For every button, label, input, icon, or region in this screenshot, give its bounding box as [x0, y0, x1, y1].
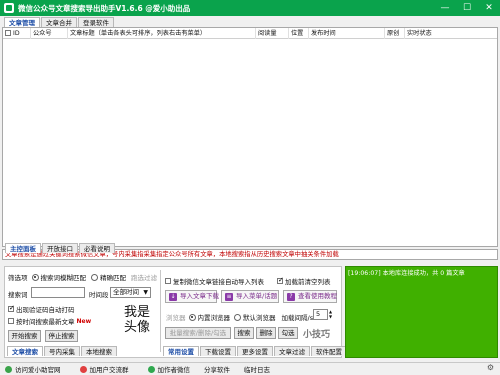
group-icon	[79, 365, 87, 373]
minimize-button[interactable]: —	[434, 0, 456, 16]
tab-more-settings[interactable]: 更多设置	[237, 346, 273, 356]
batch-ops-button[interactable]: 批量搜索/删除/勾选	[165, 327, 231, 339]
start-search-button[interactable]: 开始搜索	[8, 330, 41, 342]
app-window: 微信公众号文章搜索导出助手V1.6.6 @爱小助出品 — ☐ ✕ 文章管理 文章…	[0, 0, 500, 375]
globe-icon	[5, 365, 12, 373]
close-button[interactable]: ✕	[478, 0, 500, 16]
column-reads[interactable]: 阅读量	[256, 28, 289, 39]
keyword-label: 搜索词	[8, 291, 28, 299]
app-icon	[4, 3, 14, 13]
column-original[interactable]: 原创	[385, 28, 405, 39]
fuzzy-match-radio[interactable]	[31, 273, 39, 281]
column-publish-time[interactable]: 发布时间	[309, 28, 385, 39]
interval-stepper[interactable]: ▲ ▼	[329, 309, 332, 319]
tab-common-settings[interactable]: 常用设置	[163, 346, 199, 356]
log-time: [19:06:07]	[348, 270, 381, 277]
panel-divider	[160, 270, 161, 352]
tab-download-settings[interactable]: 下载设置	[200, 346, 236, 356]
status-share[interactable]: 分享软件	[204, 364, 230, 374]
window-title: 微信公众号文章搜索导出助手V1.6.6 @爱小助出品	[18, 3, 191, 13]
status-bar: 访问爱小助官网 加用户交流群 加作者微信 分享软件 临时日志	[0, 362, 500, 375]
top-tab-bar: 文章管理 文章合并 登录软件	[4, 17, 115, 27]
stop-search-button[interactable]: 停止搜索	[45, 330, 78, 342]
tab-article-filter[interactable]: 文章过滤	[274, 346, 310, 356]
new-badge: New	[76, 317, 92, 325]
keyword-input[interactable]	[31, 287, 85, 298]
column-status[interactable]: 实时状态	[405, 28, 497, 39]
exact-match-radio[interactable]	[91, 273, 98, 281]
maximize-button[interactable]: ☐	[456, 0, 478, 16]
import-menu-button[interactable]: ≡ 导入菜单/话题	[221, 290, 279, 303]
interval-input[interactable]: 5	[313, 309, 328, 320]
left-bottom-tabs: 文章搜索 号内采集 本地搜索	[7, 346, 118, 356]
log-message: 本地库连接成功，共 0 篇文章	[382, 270, 465, 277]
clear-on-load-checkbox[interactable]	[277, 276, 284, 284]
tab-article-manage[interactable]: 文章管理	[4, 17, 40, 27]
internal-browser-radio[interactable]	[188, 313, 196, 321]
tab-software-config[interactable]: 软件配置	[311, 346, 347, 356]
column-title[interactable]: 文章标题（单击各表头可排序，列表右击有菜单）	[68, 28, 256, 39]
avatar-image: 我是 头像	[123, 305, 150, 335]
right-bottom-tabs: 常用设置 下载设置 更多设置 文章过滤 软件配置	[163, 346, 348, 356]
captcha-checkbox[interactable]	[8, 304, 15, 312]
book-icon: ?	[287, 293, 295, 301]
table-header: ID 公众号 文章标题（单击各表头可排序，列表右击有菜单） 阅读量 位置 发布时…	[3, 28, 497, 39]
tab-login[interactable]: 登录软件	[78, 17, 114, 27]
copy-link-row[interactable]: 复制微信文章链接自动导入列表	[165, 276, 264, 286]
view-tutorial-button[interactable]: ? 查看使用教程	[283, 290, 337, 303]
latest-row[interactable]: 按时间搜索最新文章 New	[8, 316, 91, 326]
tab-article-merge[interactable]: 文章合并	[41, 17, 77, 27]
time-label: 时间段	[89, 291, 109, 299]
captcha-row[interactable]: 出现验证码自动打码	[8, 304, 75, 314]
tab-local-search[interactable]: 本地搜索	[81, 346, 117, 356]
menu-icon: ≡	[225, 293, 233, 301]
column-id[interactable]: ID	[3, 28, 31, 39]
check-button[interactable]: 勾选	[278, 327, 298, 339]
gear-icon[interactable]: ⚙	[487, 363, 494, 372]
status-join-group[interactable]: 加用户交流群	[75, 364, 129, 374]
copy-link-checkbox[interactable]	[165, 278, 171, 284]
status-add-wechat[interactable]: 加作者微信	[143, 364, 190, 374]
select-all-checkbox[interactable]	[5, 30, 11, 36]
time-range-select[interactable]: 全部时间 ▼	[110, 287, 151, 298]
article-table[interactable]: ID 公众号 文章标题（单击各表头可排序，列表右击有菜单） 阅读量 位置 发布时…	[2, 27, 498, 247]
title-bar: 微信公众号文章搜索导出助手V1.6.6 @爱小助出品 — ☐ ✕	[0, 0, 500, 16]
browser-row: 浏览器 内置浏览器 默认浏览器 加载间隔/s	[166, 313, 314, 322]
import-icon: ↓	[169, 293, 177, 301]
tab-must-read[interactable]: 必看说明	[79, 243, 115, 253]
column-account[interactable]: 公众号	[31, 28, 68, 39]
latest-checkbox[interactable]	[8, 318, 14, 324]
default-browser-radio[interactable]	[234, 313, 241, 321]
clear-on-load-row[interactable]: 加载前清空列表	[277, 276, 331, 286]
status-temp-log[interactable]: 临时日志	[244, 364, 270, 374]
tab-open-api[interactable]: 开放接口	[42, 243, 78, 253]
tab-article-search[interactable]: 文章搜索	[7, 346, 43, 356]
delete-button[interactable]: 删除	[256, 327, 276, 339]
search-small-button[interactable]: 搜索	[234, 327, 254, 339]
import-download-button[interactable]: ↓ 导入文章下载	[165, 290, 219, 303]
status-official-site[interactable]: 访问爱小助官网	[0, 364, 61, 374]
wechat-icon	[147, 365, 155, 373]
column-position[interactable]: 位置	[289, 28, 309, 39]
tab-main-panel[interactable]: 主控面板	[5, 243, 41, 253]
tips-label[interactable]: 小技巧	[303, 327, 330, 340]
ad-filter-label[interactable]: 跑选过滤	[131, 272, 157, 282]
match-mode-row: 筛选项 搜索词模糊匹配 精确匹配 跑选过滤	[8, 272, 157, 282]
log-panel: [19:06:07] 本地库连接成功，共 0 篇文章	[345, 266, 498, 358]
tab-account-collect[interactable]: 号内采集	[44, 346, 80, 356]
